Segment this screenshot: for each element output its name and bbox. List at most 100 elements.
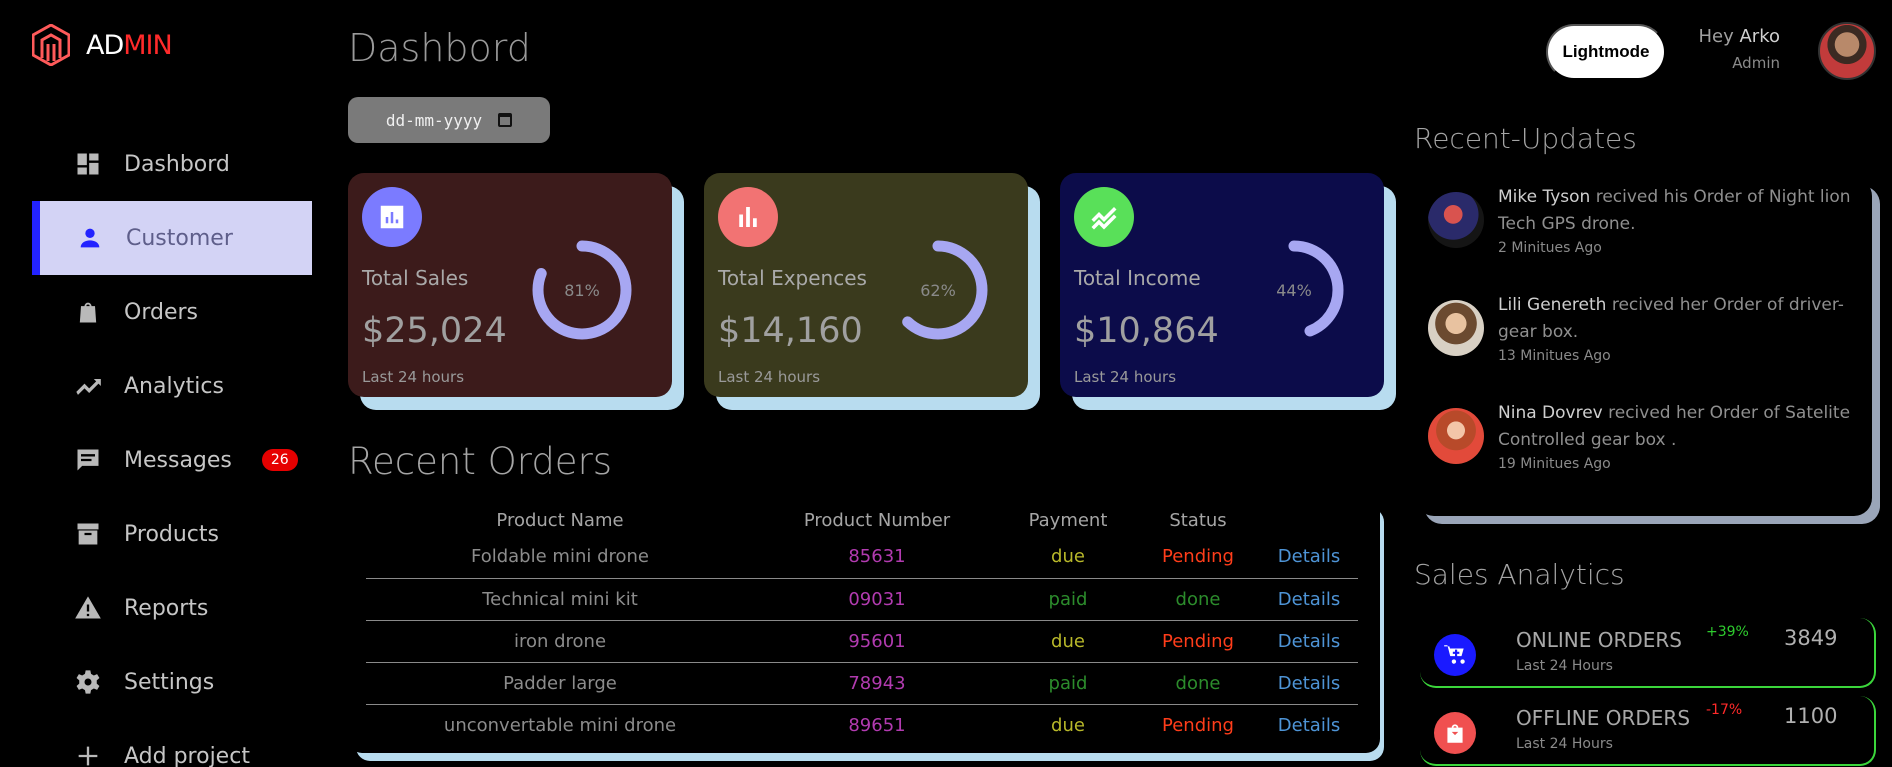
sidebar-item-messages[interactable]: Messages 26 [32,423,312,497]
details-link[interactable]: Details [1260,536,1358,579]
avatar [1428,300,1484,356]
calendar-icon[interactable] [498,113,513,127]
user-name: Arko [1739,26,1780,47]
date-input[interactable]: dd-mm-yyyy [348,97,550,143]
card-label: Total Income [1074,266,1201,290]
table-row: Foldable mini drone 85631 due Pending De… [366,536,1358,579]
table-row: unconvertable mini drone 89651 due Pendi… [366,704,1358,746]
bar-chart-icon [718,187,778,247]
sidebar-item-label: Reports [124,595,209,621]
sidebar-item-label: Messages [124,447,232,473]
sales-item-footer: Last 24 Hours [1516,658,1613,674]
column-header: Payment [1028,509,1108,531]
sidebar-item-label: Customer [126,225,233,251]
column-header: Status [1169,509,1227,531]
plus-icon [74,742,102,767]
card-value: $25,024 [362,311,507,351]
sidebar-item-settings[interactable]: Settings [32,645,312,719]
card-label: Total Expences [718,266,867,290]
card-footer: Last 24 hours [718,368,821,386]
update-time: 2 Minitues Ago [1498,240,1602,256]
card-label: Total Sales [362,266,469,290]
person-icon [76,224,104,252]
sidebar-item-label: Orders [124,299,198,325]
online-orders-item[interactable]: ONLINE ORDERS Last 24 Hours +39% 3849 [1420,618,1876,688]
card-footer: Last 24 hours [1074,368,1177,386]
offline-orders-item[interactable]: OFFLINE ORDERS Last 24 Hours -17% 1100 [1420,696,1876,766]
sidebar-item-add-project[interactable]: Add project [32,719,312,767]
grid-icon [74,150,102,178]
column-header: Product Number [803,509,951,531]
sales-item-name: OFFLINE ORDERS [1516,706,1691,730]
progress-percent: 62% [920,280,956,300]
avatar[interactable] [1818,22,1876,80]
details-link[interactable]: Details [1260,578,1358,621]
table-row: iron drone 95601 due Pending Details [366,620,1358,663]
progress-ring: 81% [530,238,634,342]
box-icon [74,520,102,548]
date-placeholder: dd-mm-yyyy [385,110,483,130]
profile-greeting: Hey Arko [1698,26,1780,47]
sidebar-nav: Dashbord Customer Orders Analytics Messa… [32,127,312,767]
update-time: 13 Minitues Ago [1498,348,1611,364]
sidebar-item-orders[interactable]: Orders [32,275,312,349]
update-text: Lili Genereth recived her Order of drive… [1498,295,1844,342]
page-title: Dashbord [348,26,531,70]
progress-ring: 62% [886,238,990,342]
progress-ring: 44% [1242,238,1346,342]
recent-updates-panel: Mike Tyson recived his Order of Night li… [1416,178,1872,516]
sales-item-value: 1100 [1784,704,1838,728]
avatar [1428,192,1484,248]
sales-analytics-title: Sales Analytics [1414,558,1625,591]
sidebar-item-label: Analytics [124,373,224,399]
stat-cards: Total Sales $25,024 Last 24 hours 81% To… [348,173,1396,410]
sidebar-item-analytics[interactable]: Analytics [32,349,312,423]
column-header [1260,504,1358,536]
sidebar-item-dashbord[interactable]: Dashbord [32,127,312,201]
shopping-bag-icon [1434,712,1476,754]
table-row: Technical mini kit 09031 paid done Detai… [366,578,1358,621]
card-total-income[interactable]: Total Income $10,864 Last 24 hours 44% [1060,173,1396,410]
warning-icon [74,594,102,622]
column-header: Product Name [496,509,624,531]
avatar [1428,408,1484,464]
recent-orders-title: Recent Orders [348,440,613,483]
details-link[interactable]: Details [1260,620,1358,663]
card-footer: Last 24 hours [362,368,465,386]
brand-logo[interactable]: ADMIN [32,24,173,66]
sales-chart-icon [362,187,422,247]
bag-icon [74,298,102,326]
update-item: Mike Tyson recived his Order of Night li… [1428,184,1858,258]
sales-item-name: ONLINE ORDERS [1516,628,1682,652]
update-item: Lili Genereth recived her Order of drive… [1428,292,1858,366]
progress-percent: 44% [1276,280,1312,300]
update-time: 19 Minitues Ago [1498,456,1611,472]
sales-item-change: -17% [1706,702,1743,718]
user-role: Admin [1732,54,1780,72]
table-row: Padder large 78943 paid done Details [366,662,1358,705]
update-text: Nina Dovrev recived her Order of Satelit… [1498,403,1851,450]
sidebar-item-customer[interactable]: Customer [32,201,312,275]
trending-icon [74,372,102,400]
update-text: Mike Tyson recived his Order of Night li… [1498,187,1851,234]
sidebar-item-reports[interactable]: Reports [32,571,312,645]
lightmode-toggle-button[interactable]: Lightmode [1546,24,1666,80]
gear-icon [74,668,102,696]
progress-percent: 81% [564,280,600,300]
sidebar-item-label: Settings [124,669,215,695]
sales-item-value: 3849 [1784,626,1838,650]
logo-text: ADMIN [86,29,173,61]
card-value: $14,160 [718,311,863,351]
sidebar-item-label: Products [124,521,219,547]
card-total-sales[interactable]: Total Sales $25,024 Last 24 hours 81% [348,173,684,410]
details-link[interactable]: Details [1260,704,1358,746]
sales-item-change: +39% [1706,624,1749,640]
messages-count-badge: 26 [261,449,298,471]
recent-updates-title: Recent-Updates [1414,122,1637,155]
stacked-line-chart-icon [1074,187,1134,247]
sidebar-item-products[interactable]: Products [32,497,312,571]
sidebar-item-label: Dashbord [124,151,230,177]
cart-icon [1434,634,1476,676]
card-total-expences[interactable]: Total Expences $14,160 Last 24 hours 62% [704,173,1040,410]
details-link[interactable]: Details [1260,662,1358,705]
